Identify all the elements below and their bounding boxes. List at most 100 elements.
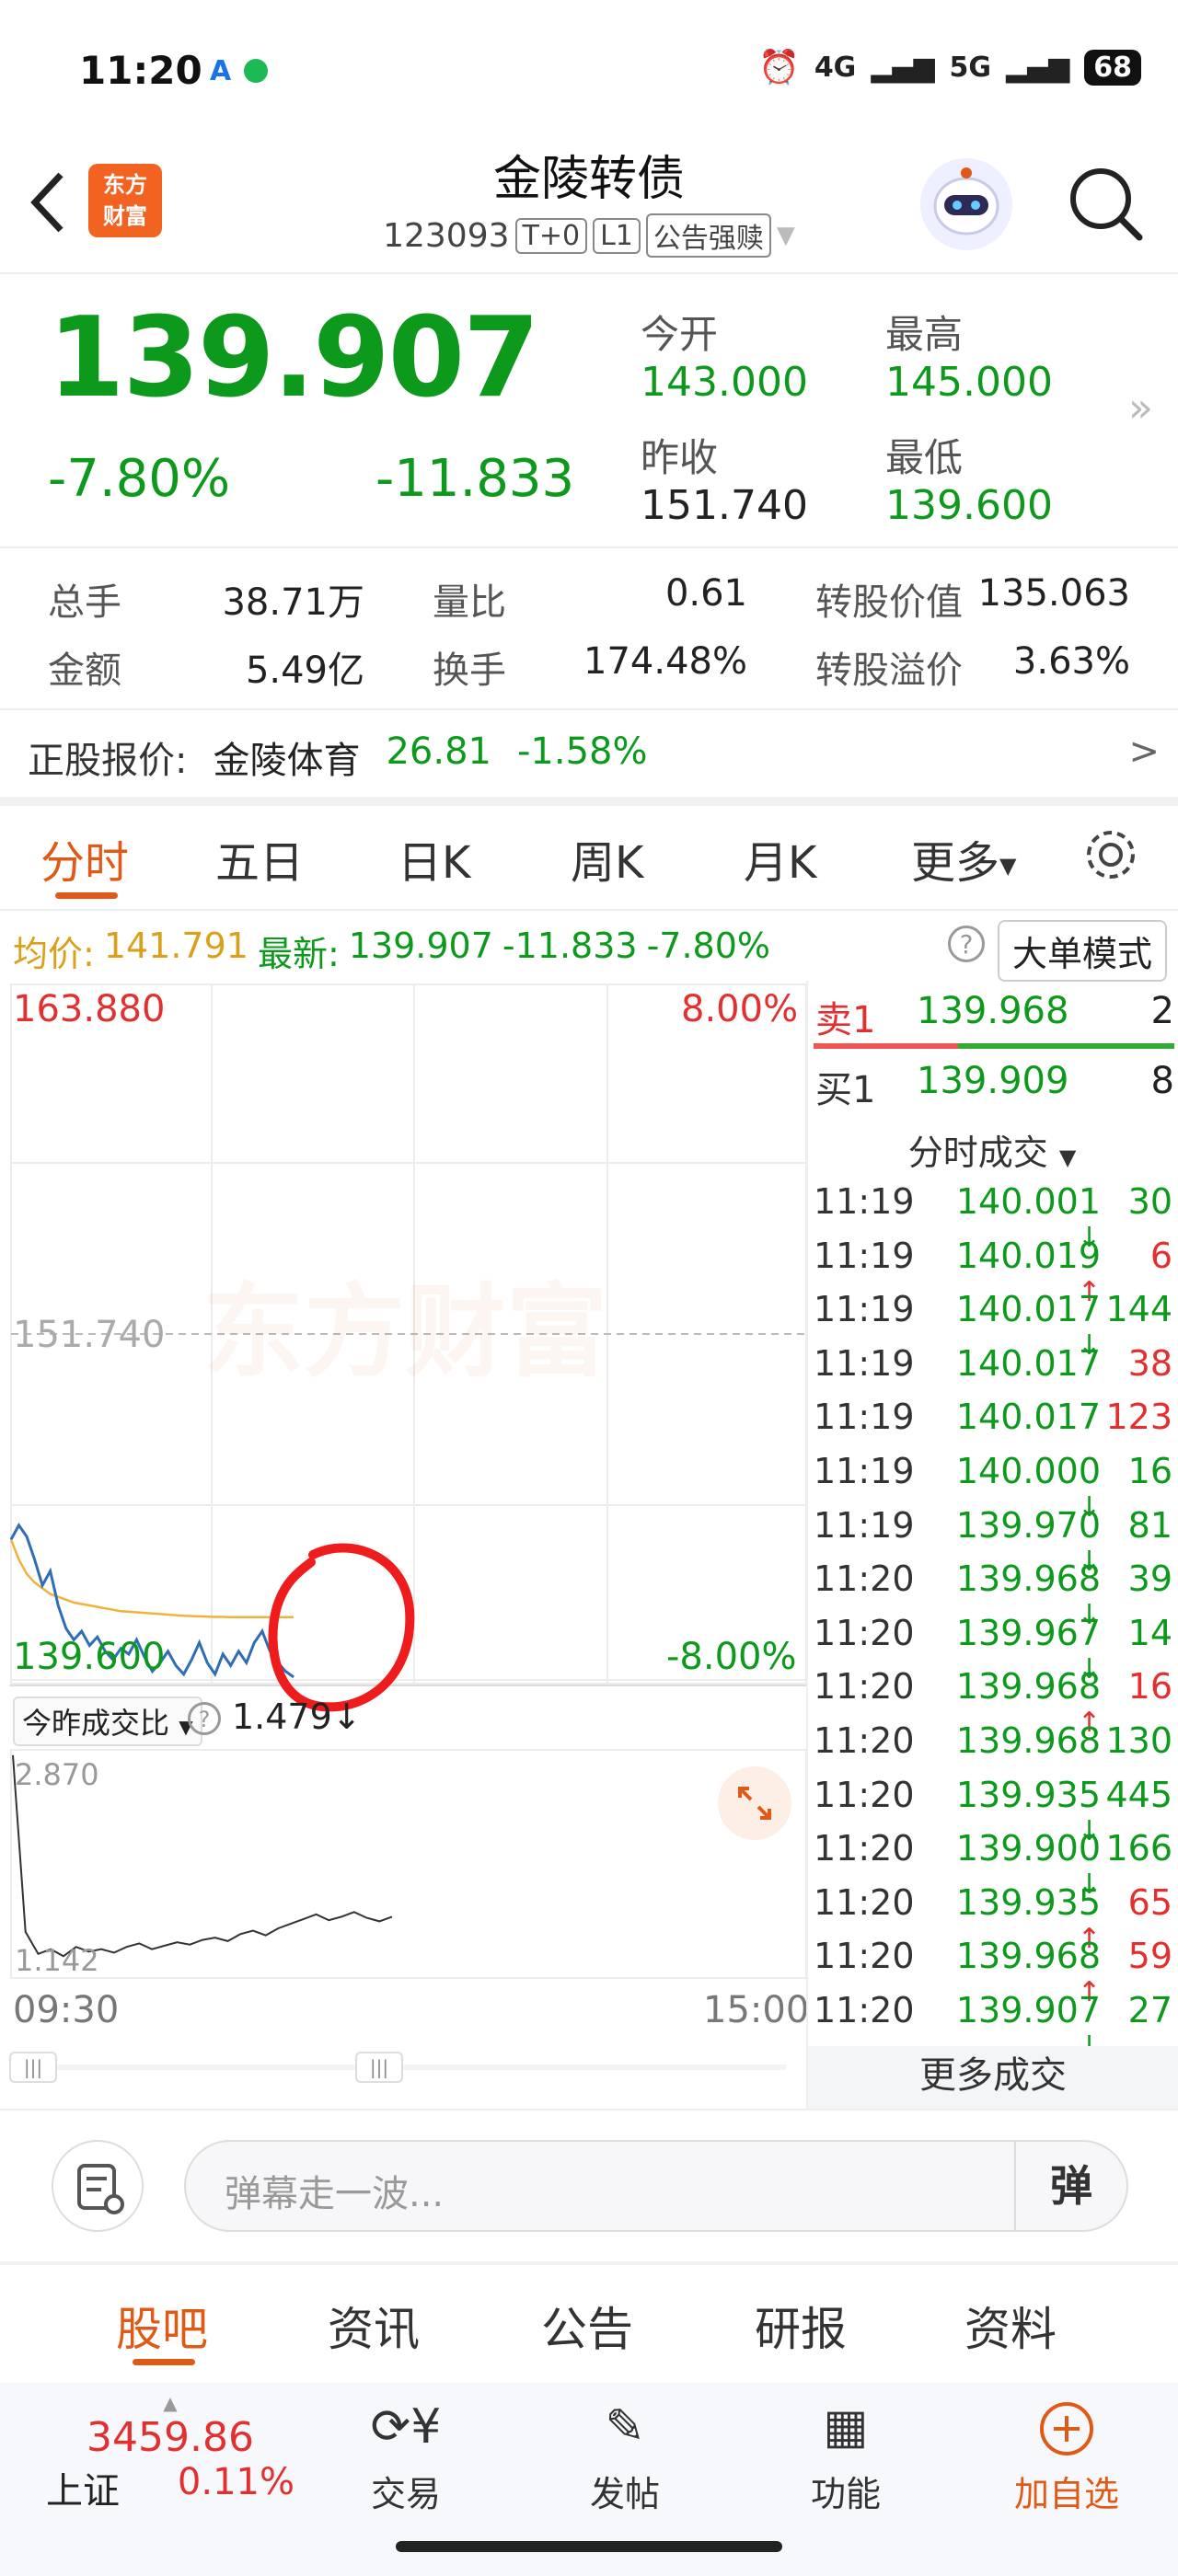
low-label: 最低	[885, 435, 964, 480]
trade-list: 11:19 140.001 ↓ 30 11:19 140.019 ↑ 6 11:19 140.01…	[808, 1181, 1178, 2063]
trade-price: 139.968	[955, 1720, 1101, 1761]
tab-more[interactable]: 更多▼	[911, 826, 1016, 891]
down-arrow-icon: ↓	[331, 1696, 362, 1737]
buy1-volume: 8	[1150, 1060, 1174, 1102]
hand-drawn-circle-annotation	[268, 1543, 415, 1712]
grid-apps-icon: ▦	[823, 2399, 869, 2455]
volume-ratio-chart[interactable]	[9, 1748, 808, 1980]
trade-volume: 166	[1105, 1828, 1172, 1869]
trade-row: 11:20 139.968 ↑ 59	[808, 1936, 1178, 2008]
volume-label: 总手	[48, 581, 121, 624]
trade-time: 11:19	[814, 1181, 915, 1222]
slider-track	[31, 2064, 786, 2070]
sub-chart-frame	[10, 1749, 807, 1979]
tab-active-indicator	[55, 892, 118, 899]
slider-right-handle[interactable]: |||	[355, 2052, 403, 2083]
home-indicator[interactable]	[396, 2541, 782, 2552]
trades-title[interactable]: 分时成交 ▼	[806, 1124, 1178, 1175]
tab-monthly-k[interactable]: 月K	[744, 826, 816, 891]
sub-indicator-select[interactable]: 今昨成交比 ▼	[13, 1696, 202, 1746]
danmu-send-button[interactable]: 弹	[1014, 2142, 1126, 2230]
danmu-placeholder: 弹幕走一波...	[225, 2173, 445, 2215]
trade-volume: 16	[1127, 1666, 1172, 1708]
more-trades-button[interactable]: 更多成交	[808, 2046, 1178, 2109]
trade-price: 140.017	[955, 1397, 1101, 1438]
dropdown-caret-icon: ▼	[776, 222, 795, 249]
trade-volume: 65	[1127, 1881, 1172, 1923]
trade-price: 139.900 ↓	[926, 1828, 1101, 1901]
nav-tab-announcements[interactable]: 公告	[541, 2293, 633, 2359]
tab-five-day[interactable]: 五日	[215, 826, 304, 891]
functions-button[interactable]: ▦ 功能	[777, 2399, 915, 2516]
expand-chart-button[interactable]	[718, 1766, 791, 1840]
time-range-slider[interactable]: ||| |||	[9, 2052, 801, 2083]
gear-icon	[1087, 831, 1135, 879]
trade-row: 11:19 140.000 ↓ 16	[808, 1451, 1178, 1524]
slider-left-handle[interactable]: |||	[9, 2052, 57, 2083]
edit-icon: ✎	[605, 2399, 645, 2455]
search-button[interactable]	[1064, 162, 1147, 245]
trade-time: 11:19	[814, 1451, 915, 1491]
battery-indicator: 68	[1084, 49, 1141, 86]
book-ratio-bar	[814, 1043, 1174, 1049]
trade-price: 139.968 ↓	[926, 1558, 1101, 1631]
tab-weekly-k[interactable]: 周K	[571, 826, 643, 891]
latest-pct: -7.80%	[646, 926, 771, 966]
tab-intraday[interactable]: 分时	[40, 826, 129, 891]
expand-quote-chevron-icon[interactable]: »	[1128, 385, 1153, 431]
search-icon	[1070, 168, 1143, 241]
danmu-list-button[interactable]	[52, 2140, 144, 2232]
danmu-send-label: 弹	[1050, 2161, 1092, 2211]
sub-indicator-value: 1.479↓	[232, 1696, 362, 1737]
trade-price: 139.968 ↑	[926, 1936, 1101, 2008]
x-axis-end: 15:00	[703, 1989, 810, 2031]
sub-help-icon[interactable]: ?	[188, 1702, 221, 1735]
underlying-name: 金陵体育	[213, 740, 361, 782]
index-ticker[interactable]: ▲ 3459.86 上证 0.11%	[37, 2392, 304, 2514]
danmu-input[interactable]: 弹幕走一波... 弹	[184, 2140, 1128, 2232]
trade-row: 11:20 139.935 ↑ 65	[808, 1881, 1178, 1955]
nav-tab-news[interactable]: 资讯	[328, 2293, 420, 2359]
tab-daily-k[interactable]: 日K	[398, 826, 470, 891]
trade-volume: 38	[1127, 1342, 1172, 1384]
chart-mid-price: 151.740	[13, 1314, 166, 1356]
nav-tab-research[interactable]: 研报	[755, 2293, 847, 2359]
trade-row: 11:20 139.968 ↑ 16	[808, 1666, 1178, 1739]
turnover-label: 换手	[433, 650, 506, 692]
tag-l1: L1	[593, 217, 641, 254]
trade-price: 140.001 ↓	[926, 1181, 1101, 1254]
open-value: 143.000	[641, 359, 808, 406]
trade-price: 139.967 ↓	[926, 1613, 1101, 1685]
add-watchlist-button[interactable]: 加自选	[998, 2399, 1136, 2516]
trade-time: 11:20	[814, 1666, 915, 1708]
high-value: 145.000	[885, 359, 1053, 406]
nav-tab-profile[interactable]: 资料	[964, 2293, 1057, 2359]
high-label: 最高	[885, 312, 964, 357]
help-icon[interactable]: ?	[948, 926, 985, 962]
chart-settings-button[interactable]	[1080, 824, 1141, 885]
trade-price: 139.970 ↓	[926, 1505, 1101, 1578]
tab-more-label: 更多	[911, 837, 1000, 889]
underlying-pct: -1.58%	[517, 730, 648, 773]
trade-time: 11:20	[814, 1612, 915, 1653]
trade-time: 11:20	[814, 1720, 915, 1761]
signal-5g: 5G	[949, 51, 992, 84]
chat-notification-icon	[244, 59, 269, 83]
index-value: 3459.86	[87, 2414, 254, 2461]
nav-tab-guba[interactable]: 股吧	[116, 2293, 208, 2359]
underlying-quote-row[interactable]: 正股报价: 金陵体育 26.81 -1.58% >	[28, 730, 1160, 784]
trade-row: 11:19 140.019 ↑ 6	[808, 1236, 1178, 1308]
index-name: 上证	[46, 2470, 120, 2513]
trade-volume: 30	[1127, 1181, 1172, 1222]
trade-price: 139.907↓	[926, 1990, 1101, 2063]
trade-volume: 16	[1127, 1451, 1172, 1491]
stats-divider	[0, 708, 1178, 710]
trade-price: 140.017	[955, 1342, 1101, 1384]
post-button[interactable]: ✎ 发帖	[556, 2399, 694, 2516]
trade-time: 11:19	[814, 1397, 915, 1438]
trade-button[interactable]: ⟳¥ 交易	[337, 2399, 475, 2516]
trade-time: 11:19	[814, 1342, 915, 1384]
large-order-mode-button[interactable]: 大单模式	[998, 920, 1168, 982]
nav-gap	[0, 2261, 1178, 2265]
robot-assistant-icon[interactable]	[920, 158, 1012, 250]
